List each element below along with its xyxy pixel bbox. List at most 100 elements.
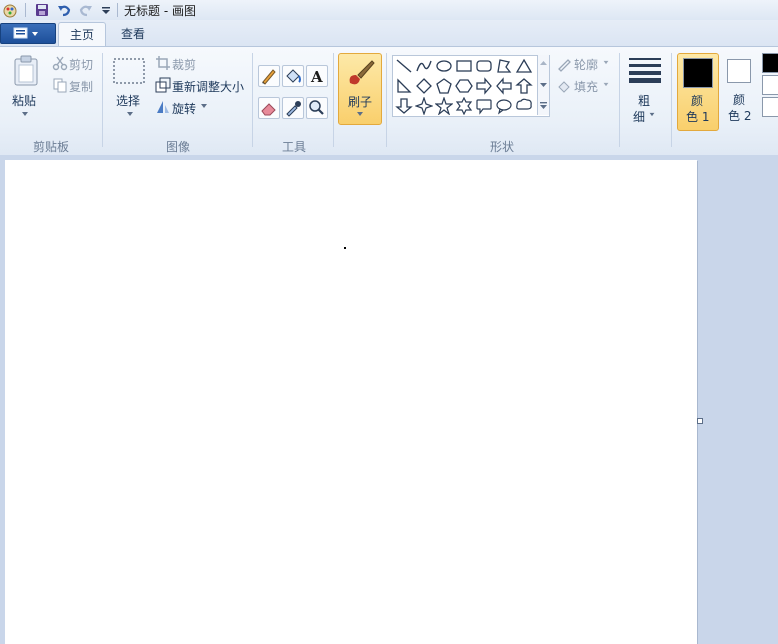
group-divider xyxy=(333,53,334,147)
outline-button[interactable]: 轮廓 xyxy=(574,56,598,73)
divider xyxy=(117,3,118,17)
eraser-tool[interactable] xyxy=(258,97,280,119)
magnifier-tool[interactable] xyxy=(306,97,328,119)
right-triangle-shape-icon[interactable] xyxy=(395,77,413,95)
rounded-callout-shape-icon[interactable] xyxy=(475,97,493,115)
resize-button[interactable]: 重新调整大小 xyxy=(172,78,244,95)
shapes-scrollbar[interactable] xyxy=(537,55,549,115)
pentagon-shape-icon[interactable] xyxy=(435,77,453,95)
crop-icon[interactable] xyxy=(155,55,171,71)
color1-button[interactable]: 颜 色 1 xyxy=(677,53,719,131)
svg-text:A: A xyxy=(310,68,323,86)
five-point-star-shape-icon[interactable] xyxy=(435,97,453,115)
fill-icon[interactable] xyxy=(556,78,572,94)
undo-icon[interactable] xyxy=(56,2,72,18)
up-arrow-shape-icon[interactable] xyxy=(515,77,533,95)
group-divider xyxy=(671,53,672,147)
size-dropdown-icon[interactable] xyxy=(648,111,656,118)
shapes-gallery xyxy=(392,55,550,117)
pencil-icon xyxy=(262,69,276,85)
size-label-line2[interactable]: 细 xyxy=(633,108,645,125)
cut-icon[interactable] xyxy=(52,55,68,71)
canvas-dot xyxy=(344,247,346,249)
crop-button[interactable]: 裁剪 xyxy=(172,56,196,73)
left-arrow-shape-icon[interactable] xyxy=(495,77,513,95)
drawing-canvas[interactable] xyxy=(5,160,697,644)
paste-icon[interactable] xyxy=(12,55,40,87)
color1-label-line2: 色 1 xyxy=(686,110,710,124)
save-icon[interactable] xyxy=(34,2,50,18)
group-divider xyxy=(102,53,103,147)
clipboard-group-label: 剪贴板 xyxy=(32,140,69,154)
canvas-resize-handle[interactable] xyxy=(697,418,703,424)
image-group-label: 图像 xyxy=(165,140,190,154)
fill-dropdown-icon[interactable] xyxy=(602,81,610,88)
outline-icon[interactable] xyxy=(556,56,572,72)
customize-qat-icon[interactable] xyxy=(98,2,114,18)
color-picker-tool[interactable] xyxy=(282,97,304,119)
rotate-dropdown-icon[interactable] xyxy=(199,102,209,110)
six-point-star-shape-icon[interactable] xyxy=(455,97,473,115)
size-label-line1[interactable]: 粗 xyxy=(638,92,650,109)
select-dropdown-icon[interactable] xyxy=(125,110,135,118)
brushes-button[interactable]: 刷子 xyxy=(338,53,382,125)
window-title: 无标题 - 画图 xyxy=(124,4,196,18)
resize-icon[interactable] xyxy=(155,77,171,93)
curve-shape-icon[interactable] xyxy=(415,57,433,75)
tab-view[interactable]: 查看 xyxy=(110,22,156,46)
brush-icon xyxy=(349,60,375,85)
brushes-label: 刷子 xyxy=(348,95,373,109)
copy-button[interactable]: 复制 xyxy=(69,78,93,95)
triangle-shape-icon[interactable] xyxy=(515,57,533,75)
oval-shape-icon[interactable] xyxy=(435,57,453,75)
group-divider xyxy=(252,53,253,147)
color2-button[interactable]: 颜 色 2 xyxy=(722,55,760,127)
brushes-dropdown-icon xyxy=(357,112,363,116)
pencil-tool[interactable] xyxy=(258,65,280,87)
outline-dropdown-icon[interactable] xyxy=(602,59,610,66)
color2-label-line1: 颜 xyxy=(733,93,746,107)
rectangle-shape-icon[interactable] xyxy=(455,57,473,75)
size-icon[interactable] xyxy=(628,57,662,83)
color2-swatch xyxy=(727,59,751,83)
cut-button[interactable]: 剪切 xyxy=(69,56,93,73)
tools-group-label: 工具 xyxy=(281,140,306,154)
scroll-up-icon[interactable] xyxy=(539,59,548,67)
scroll-down-icon[interactable] xyxy=(539,81,548,89)
tab-home[interactable]: 主页 xyxy=(58,22,106,47)
paste-button[interactable]: 粘贴 xyxy=(12,92,36,109)
rounded-rectangle-shape-icon[interactable] xyxy=(475,57,493,75)
color1-swatch xyxy=(683,58,713,88)
redo-icon[interactable] xyxy=(78,2,94,18)
gallery-expand-icon[interactable] xyxy=(539,101,548,111)
group-divider xyxy=(619,53,620,147)
palette-color-empty[interactable] xyxy=(762,97,778,117)
group-divider xyxy=(386,53,387,147)
copy-icon[interactable] xyxy=(52,77,68,93)
palette-color-black[interactable] xyxy=(762,53,778,73)
select-button[interactable]: 选择 xyxy=(116,92,140,109)
fill-tool[interactable] xyxy=(282,65,304,87)
divider xyxy=(25,3,26,17)
oval-callout-shape-icon[interactable] xyxy=(495,97,513,115)
line-shape-icon[interactable] xyxy=(395,57,413,75)
hexagon-shape-icon[interactable] xyxy=(455,77,473,95)
paint-app-icon[interactable] xyxy=(2,2,18,18)
palette-color-white[interactable] xyxy=(762,75,778,95)
right-arrow-shape-icon[interactable] xyxy=(475,77,493,95)
app-menu-button[interactable] xyxy=(0,23,56,44)
four-point-star-shape-icon[interactable] xyxy=(415,97,433,115)
magnifier-icon xyxy=(309,100,324,115)
down-arrow-shape-icon[interactable] xyxy=(395,97,413,115)
cloud-callout-shape-icon[interactable] xyxy=(515,97,533,115)
text-tool[interactable]: A xyxy=(306,65,328,87)
paste-dropdown-icon[interactable] xyxy=(20,110,30,118)
rotate-icon[interactable] xyxy=(155,99,171,115)
rotate-button[interactable]: 旋转 xyxy=(172,100,196,117)
select-icon[interactable] xyxy=(113,58,145,84)
ribbon: 粘贴 剪切 复制 剪贴板 选择 裁剪 重新调整大小 旋转 图像 A 工具 刷子 … xyxy=(0,46,778,156)
fill-button[interactable]: 填充 xyxy=(574,78,598,95)
polygon-shape-icon[interactable] xyxy=(495,57,513,75)
diamond-shape-icon[interactable] xyxy=(415,77,433,95)
shapes-group-label: 形状 xyxy=(489,140,514,154)
